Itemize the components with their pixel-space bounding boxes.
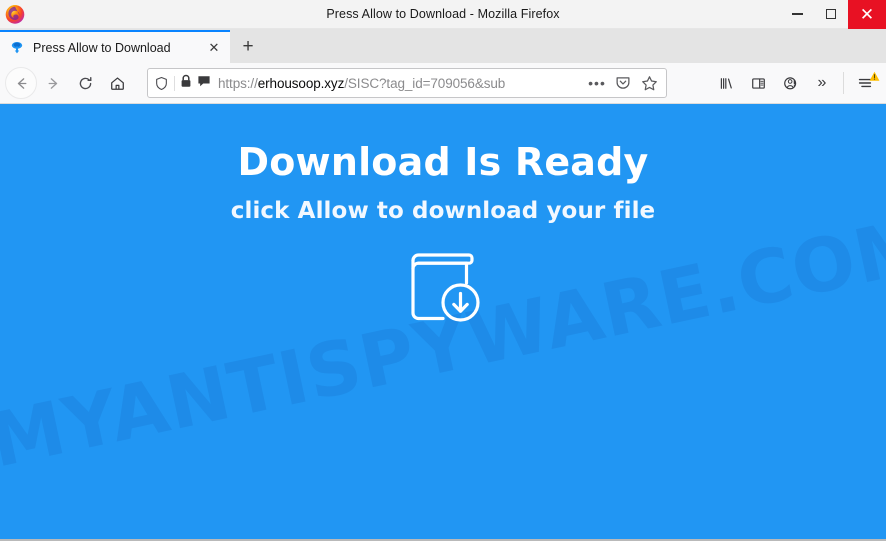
app-menu-button[interactable] xyxy=(849,67,881,99)
page-content: MYANTISPYWARE.COM Download Is Ready clic… xyxy=(0,104,886,541)
new-tab-button[interactable]: + xyxy=(230,30,266,63)
sidebar-icon[interactable] xyxy=(742,67,774,99)
page-subheadline: click Allow to download your file xyxy=(230,198,656,224)
padlock-icon xyxy=(180,74,192,93)
close-window-button[interactable]: ✕ xyxy=(848,0,886,29)
window-title: Press Allow to Download - Mozilla Firefo… xyxy=(326,7,560,21)
minimize-button[interactable] xyxy=(780,0,814,29)
url-bar[interactable]: https://erhousoop.xyz/SISC?tag_id=709056… xyxy=(147,68,667,98)
pocket-icon[interactable] xyxy=(611,71,635,95)
browser-tab[interactable]: Press Allow to Download ✕ xyxy=(0,30,230,63)
url-fade-overlay xyxy=(552,75,582,91)
site-identity-group[interactable] xyxy=(180,74,211,93)
account-warning-icon[interactable] xyxy=(774,67,806,99)
tracking-protection-shield-icon[interactable] xyxy=(154,75,175,91)
maximize-button[interactable] xyxy=(814,0,848,29)
reload-button[interactable] xyxy=(69,67,101,99)
firefox-logo-icon xyxy=(3,2,27,26)
url-text[interactable]: https://erhousoop.xyz/SISC?tag_id=709056… xyxy=(218,75,582,91)
toolbar-separator xyxy=(843,72,844,94)
toolbar-overflow-button[interactable]: » xyxy=(806,67,838,99)
library-icon[interactable] xyxy=(710,67,742,99)
url-host: erhousoop.xyz xyxy=(257,75,345,91)
star-bookmark-icon[interactable] xyxy=(637,71,661,95)
home-button[interactable] xyxy=(101,67,133,99)
page-actions-button[interactable]: ••• xyxy=(585,71,609,95)
window-controls: ✕ xyxy=(780,0,886,29)
title-bar: Press Allow to Download - Mozilla Firefo… xyxy=(0,0,886,29)
close-icon: ✕ xyxy=(859,4,875,24)
tab-close-icon[interactable]: ✕ xyxy=(205,39,223,57)
forward-button[interactable] xyxy=(37,67,69,99)
tab-strip: Press Allow to Download ✕ + xyxy=(0,29,886,63)
url-path: /SISC?tag_id=709056&sub xyxy=(344,75,506,91)
warning-badge-icon xyxy=(869,69,880,81)
notification-permission-icon[interactable] xyxy=(197,74,211,93)
book-download-icon xyxy=(395,240,491,336)
navigation-toolbar: https://erhousoop.xyz/SISC?tag_id=709056… xyxy=(0,63,886,104)
site-favicon-icon xyxy=(9,40,25,56)
url-scheme: https:// xyxy=(218,75,258,91)
back-button[interactable] xyxy=(5,67,37,99)
toolbar-right-group: » xyxy=(710,67,881,99)
url-actions: ••• xyxy=(585,71,661,95)
firefox-browser-window: Press Allow to Download - Mozilla Firefo… xyxy=(0,0,886,541)
page-headline: Download Is Ready xyxy=(237,140,649,184)
tab-title: Press Allow to Download xyxy=(33,40,171,55)
